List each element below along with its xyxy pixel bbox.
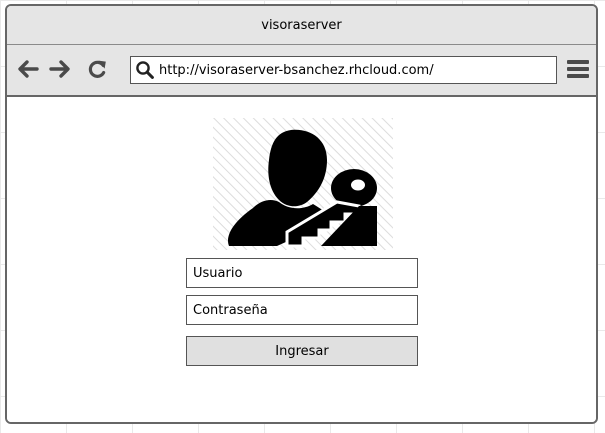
username-input[interactable] [186, 258, 418, 288]
reload-button[interactable] [84, 56, 110, 82]
browser-menu-button[interactable] [566, 58, 590, 80]
window-titlebar: visoraserver [7, 6, 596, 45]
page-content: Ingresar [7, 97, 596, 422]
arrow-left-icon [18, 60, 39, 78]
window-title: visoraserver [261, 17, 342, 33]
reload-icon [88, 60, 106, 78]
user-key-icon [213, 118, 393, 250]
password-input[interactable] [186, 295, 418, 325]
back-button[interactable] [15, 56, 41, 82]
login-button[interactable]: Ingresar [186, 336, 418, 366]
search-icon [131, 57, 159, 83]
forward-button[interactable] [47, 56, 73, 82]
browser-toolbar: http://visoraserver-bsanchez.rhcloud.com… [7, 45, 596, 97]
hamburger-menu-icon [567, 60, 589, 78]
address-bar[interactable]: http://visoraserver-bsanchez.rhcloud.com… [130, 56, 557, 84]
address-url[interactable]: http://visoraserver-bsanchez.rhcloud.com… [159, 63, 434, 78]
browser-window: visoraserver http://visoraserver-bsanche… [5, 4, 598, 424]
arrow-right-icon [49, 60, 70, 78]
